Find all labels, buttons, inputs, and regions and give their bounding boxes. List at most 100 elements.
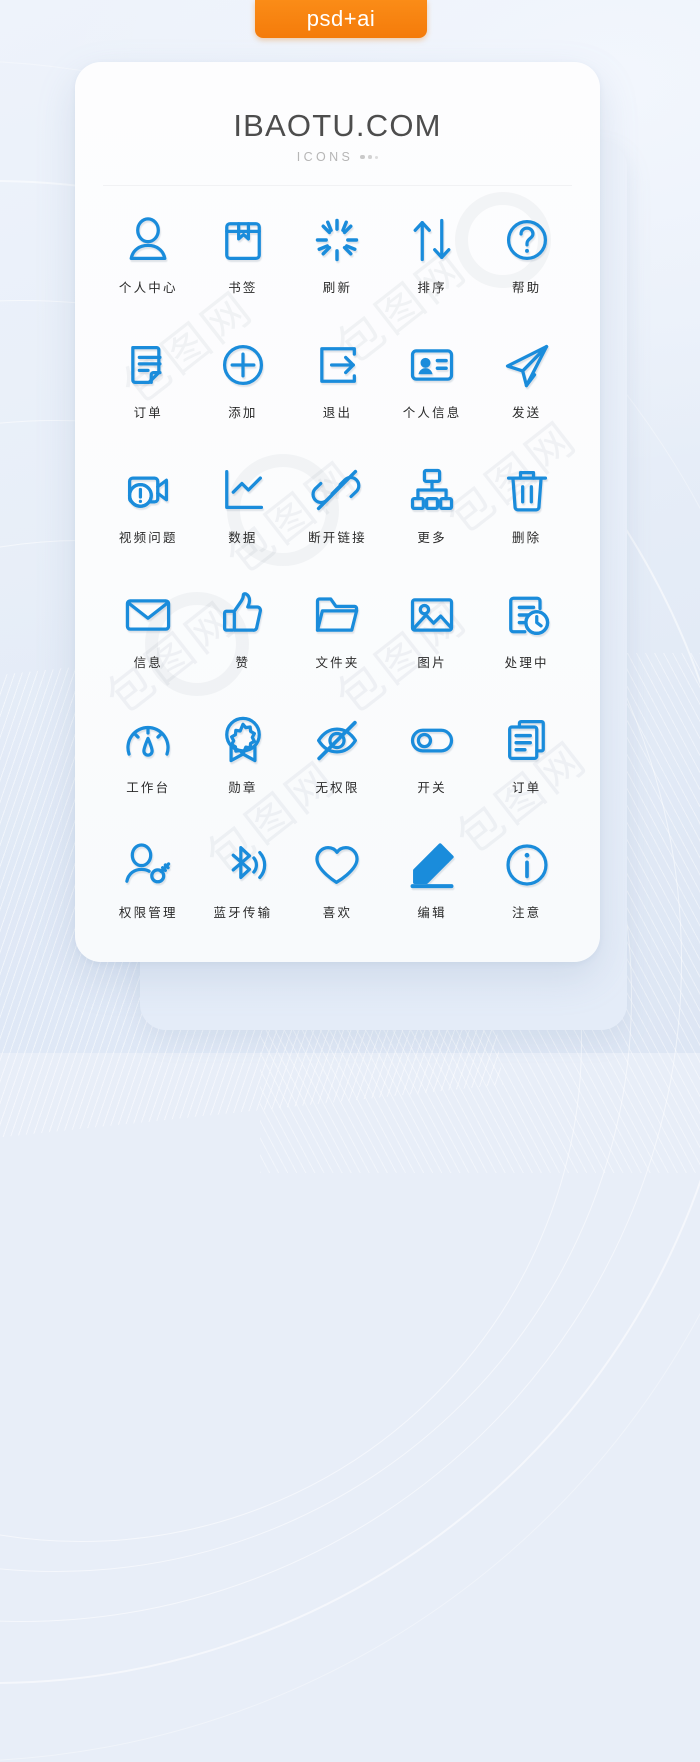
icon-label: 开关 <box>417 781 447 795</box>
icon-label: 数据 <box>228 531 258 545</box>
eye-off-icon[interactable] <box>309 712 365 768</box>
icon-label: 蓝牙传输 <box>213 906 273 920</box>
toggle-switch-icon[interactable] <box>404 712 460 768</box>
psd-ai-format-label: psd+ai <box>306 6 376 31</box>
bluetooth-transfer-icon[interactable] <box>215 837 271 893</box>
icon-cell[interactable]: 喜欢 <box>290 829 385 941</box>
icon-cell[interactable]: 勋章 <box>196 704 291 816</box>
icon-cell[interactable]: 断开链接 <box>290 454 385 566</box>
documents-stack-icon[interactable] <box>499 712 555 768</box>
medal-badge-icon[interactable] <box>215 712 271 768</box>
icon-label: 个人中心 <box>118 281 178 295</box>
icon-cell[interactable]: 开关 <box>385 704 480 816</box>
icon-label: 个人信息 <box>402 406 462 420</box>
icon-cell[interactable]: 数据 <box>196 454 291 566</box>
refresh-burst-icon[interactable] <box>309 212 365 268</box>
icon-cell[interactable]: 书签 <box>196 204 291 316</box>
icon-label: 喜欢 <box>322 906 353 920</box>
icon-cell[interactable]: 蓝牙传输 <box>196 829 291 941</box>
icon-cell[interactable]: 工作台 <box>101 704 196 816</box>
icon-label: 帮助 <box>511 281 542 295</box>
icon-label: 工作台 <box>126 781 171 795</box>
trash-delete-icon[interactable] <box>499 462 555 518</box>
order-document-icon[interactable] <box>120 337 176 393</box>
icon-grid: 个人中心 书签 刷新 排序 帮助订单 添加 退出 个人信息 发送视频问题 数据 断开链接 更多 删除信息… <box>101 204 574 941</box>
icon-cell[interactable]: 处理中 <box>479 579 574 691</box>
brand-subtitle: ICONS <box>296 150 354 164</box>
icon-cell[interactable]: 注意 <box>479 829 574 941</box>
icon-label: 权限管理 <box>118 906 178 920</box>
icon-label: 添加 <box>228 406 258 420</box>
sort-arrows-icon[interactable] <box>404 212 460 268</box>
icon-cell[interactable]: 发送 <box>479 329 574 441</box>
exit-logout-icon[interactable] <box>309 337 365 393</box>
icon-cell[interactable]: 权限管理 <box>101 829 196 941</box>
icon-label: 删除 <box>511 531 542 545</box>
icon-label: 信息 <box>133 656 163 670</box>
video-warning-icon[interactable] <box>120 462 176 518</box>
icon-cell[interactable]: 文件夹 <box>290 579 385 691</box>
card-header: IBAOTU.COM ICONS <box>75 62 600 186</box>
icon-label: 勋章 <box>228 781 258 795</box>
icon-cell[interactable]: 个人中心 <box>101 204 196 316</box>
icon-label: 订单 <box>511 781 542 795</box>
icon-label: 无权限 <box>315 781 360 795</box>
icon-cell[interactable]: 退出 <box>290 329 385 441</box>
icon-label: 文件夹 <box>315 656 360 670</box>
psd-ai-format-tag: psd+ai <box>255 0 427 38</box>
icon-cell[interactable]: 编辑 <box>385 829 480 941</box>
dashboard-gauge-icon[interactable] <box>120 712 176 768</box>
icon-cell[interactable]: 删除 <box>479 454 574 566</box>
icon-label: 编辑 <box>417 906 447 920</box>
icon-label: 视频问题 <box>118 531 178 545</box>
processing-clock-icon[interactable] <box>499 587 555 643</box>
icon-cell[interactable]: 无权限 <box>290 704 385 816</box>
icon-cell[interactable]: 订单 <box>101 329 196 441</box>
icon-label: 更多 <box>417 531 447 545</box>
icon-label: 赞 <box>235 656 251 670</box>
brand-subtitle-row: ICONS <box>75 150 600 164</box>
icon-label: 图片 <box>417 656 447 670</box>
icon-label: 发送 <box>511 406 542 420</box>
broken-link-icon[interactable] <box>309 462 365 518</box>
icon-label: 排序 <box>417 281 447 295</box>
icon-label: 刷新 <box>322 281 353 295</box>
icon-cell[interactable]: 视频问题 <box>101 454 196 566</box>
icon-cell[interactable]: 图片 <box>385 579 480 691</box>
user-avatar-icon[interactable] <box>120 212 176 268</box>
user-key-permission-icon[interactable] <box>120 837 176 893</box>
icon-cell[interactable]: 刷新 <box>290 204 385 316</box>
header-divider <box>103 185 572 186</box>
brand-title: IBAOTU.COM <box>233 108 442 143</box>
icon-label: 处理中 <box>504 656 549 670</box>
icon-cell[interactable]: 排序 <box>385 204 480 316</box>
folder-icon[interactable] <box>309 587 365 643</box>
icon-label: 退出 <box>322 406 353 420</box>
icon-set-card: 包图网 包图网 包图网 包图网 包图网 包图网 包图网 包图网 IBAOTU.C… <box>75 62 600 962</box>
ellipsis-dots-icon <box>360 154 379 160</box>
icon-cell[interactable]: 帮助 <box>479 204 574 316</box>
pencil-edit-icon[interactable] <box>404 837 460 893</box>
sitemap-more-icon[interactable] <box>404 462 460 518</box>
info-notice-icon[interactable] <box>499 837 555 893</box>
image-picture-icon[interactable] <box>404 587 460 643</box>
envelope-message-icon[interactable] <box>120 587 176 643</box>
help-question-icon[interactable] <box>499 212 555 268</box>
icon-label: 断开链接 <box>308 531 367 545</box>
heart-favorite-icon[interactable] <box>309 837 365 893</box>
icon-cell[interactable]: 信息 <box>101 579 196 691</box>
data-chart-icon[interactable] <box>215 462 271 518</box>
icon-label: 注意 <box>511 906 542 920</box>
icon-cell[interactable]: 更多 <box>385 454 480 566</box>
icon-cell[interactable]: 赞 <box>196 579 291 691</box>
icon-label: 订单 <box>133 406 163 420</box>
send-plane-icon[interactable] <box>499 337 555 393</box>
icon-cell[interactable]: 添加 <box>196 329 291 441</box>
bookmark-icon[interactable] <box>215 212 271 268</box>
icon-cell[interactable]: 订单 <box>479 704 574 816</box>
icon-cell[interactable]: 个人信息 <box>385 329 480 441</box>
thumbs-up-icon[interactable] <box>215 587 271 643</box>
add-plus-circle-icon[interactable] <box>215 337 271 393</box>
icon-label: 书签 <box>228 281 258 295</box>
id-card-icon[interactable] <box>404 337 460 393</box>
